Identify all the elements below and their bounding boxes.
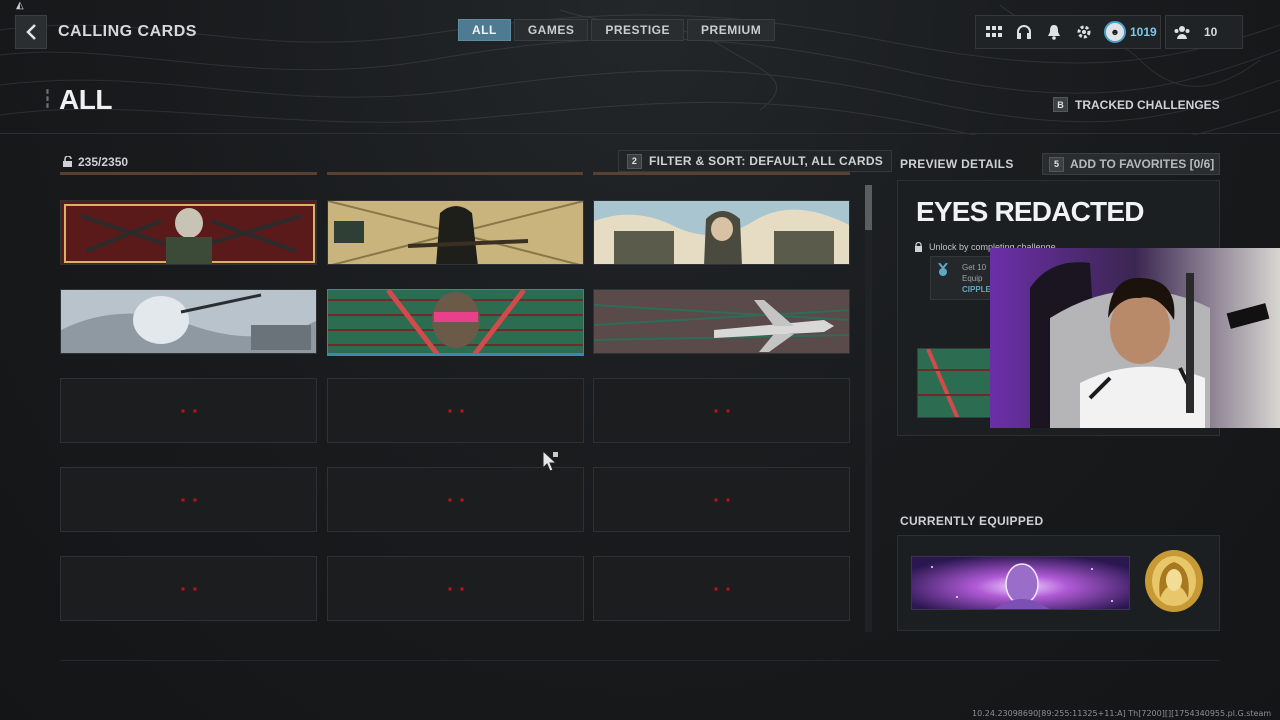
locked-calling-card[interactable] <box>60 467 317 532</box>
tab-prestige[interactable]: PRESTIGE <box>591 19 685 41</box>
category-tabs: ALL GAMES PRESTIGE PREMIUM <box>458 19 776 41</box>
key-hint: B <box>1053 97 1068 112</box>
calling-card[interactable] <box>60 200 317 265</box>
challenge-text: Get 10 Equip CIPPLE <box>962 262 991 295</box>
webcam-feed <box>990 248 1280 428</box>
locked-calling-card[interactable] <box>327 556 584 621</box>
challenge-tag: CIPPLE <box>962 285 991 294</box>
locked-calling-card[interactable] <box>593 556 850 621</box>
locked-indicator <box>448 587 463 590</box>
lock-icon <box>915 242 922 252</box>
card-art <box>594 290 849 353</box>
gear-icon[interactable] <box>1074 22 1094 42</box>
locked-calling-card[interactable] <box>327 467 584 532</box>
tab-premium[interactable]: PREMIUM <box>687 19 776 41</box>
tab-all[interactable]: ALL <box>458 19 511 41</box>
hud-bar: ☻ 1019 <box>975 15 1161 49</box>
calling-card-selected[interactable] <box>327 289 584 354</box>
locked-calling-card[interactable] <box>60 378 317 443</box>
mouse-cursor-icon <box>542 450 558 472</box>
preview-details-label: PREVIEW DETAILS <box>900 157 1014 171</box>
build-info-text: 10.24.23098690[89:255:11325+11:A] Th[720… <box>972 709 1272 718</box>
grid-menu-icon[interactable] <box>984 22 1004 42</box>
locked-indicator <box>181 587 196 590</box>
medal-icon <box>938 263 948 276</box>
headset-icon[interactable] <box>1014 22 1034 42</box>
party-icon <box>1174 26 1190 39</box>
chevron-left-icon <box>26 24 36 40</box>
locked-indicator <box>448 409 463 412</box>
locked-calling-card[interactable] <box>327 378 584 443</box>
tab-games[interactable]: GAMES <box>513 19 589 41</box>
key-hint: 2 <box>627 153 642 169</box>
locked-indicator <box>714 498 729 501</box>
card-art <box>918 349 996 417</box>
unlock-icon <box>63 156 72 167</box>
tracked-challenges-button[interactable]: B TRACKED CHALLENGES <box>1053 97 1220 112</box>
unlock-counter: 235/2350 <box>62 155 128 169</box>
equipped-calling-card[interactable] <box>911 556 1130 610</box>
locked-indicator <box>714 587 729 590</box>
bell-icon[interactable] <box>1044 22 1064 42</box>
webcam-overlay <box>990 248 1280 428</box>
section-heading: ALL <box>59 84 112 115</box>
filter-sort-label: FILTER & SORT: DEFAULT, ALL CARDS <box>649 154 884 168</box>
add-to-favorites-label: ADD TO FAVORITES [0/6] <box>1070 157 1215 171</box>
card-row-partial <box>60 172 317 175</box>
app-logo-icon: ◭ <box>16 0 24 11</box>
card-row-partial <box>327 172 583 175</box>
card-row-partial <box>593 172 850 175</box>
locked-indicator <box>181 409 196 412</box>
calling-card[interactable] <box>593 289 850 354</box>
card-art <box>61 290 316 353</box>
locked-indicator <box>448 498 463 501</box>
side-tag: ▮▮▮ <box>45 88 51 109</box>
add-to-favorites-button[interactable]: 5 ADD TO FAVORITES [0/6] <box>1042 153 1220 175</box>
player-level-badge[interactable]: ☻ <box>1104 21 1126 43</box>
party-button[interactable]: 10 <box>1165 15 1243 49</box>
grid-scrollbar[interactable] <box>865 185 872 632</box>
player-level: 1019 <box>1130 25 1157 39</box>
header-divider <box>0 133 1280 134</box>
calling-card[interactable] <box>60 289 317 354</box>
tracked-challenges-label: TRACKED CHALLENGES <box>1075 97 1220 112</box>
calling-card[interactable] <box>593 200 850 265</box>
locked-calling-card[interactable] <box>60 556 317 621</box>
card-art <box>912 557 1129 609</box>
locked-indicator <box>181 498 196 501</box>
locked-calling-card[interactable] <box>593 467 850 532</box>
scroll-thumb[interactable] <box>865 185 872 230</box>
preview-card-name: EYES REDACTED <box>916 196 1144 227</box>
party-count: 10 <box>1204 25 1218 39</box>
locked-calling-card[interactable] <box>593 378 850 443</box>
unlock-count: 235/2350 <box>78 155 129 169</box>
key-hint: 5 <box>1049 156 1064 172</box>
card-art <box>328 290 583 353</box>
back-button[interactable] <box>15 15 47 49</box>
locked-indicator <box>714 409 729 412</box>
card-art <box>594 201 849 264</box>
page-title: CALLING CARDS <box>58 23 197 40</box>
currently-equipped-label: CURRENTLY EQUIPPED <box>900 514 1044 528</box>
calling-card[interactable] <box>327 200 584 265</box>
preview-card-thumbnail <box>917 348 997 418</box>
equipped-emblem-icon[interactable] <box>1142 548 1206 614</box>
footer-divider <box>60 660 1220 661</box>
filter-sort-button[interactable]: 2 FILTER & SORT: DEFAULT, ALL CARDS <box>618 150 893 172</box>
challenge-description: Get 10 Equip <box>962 263 987 283</box>
card-art <box>328 201 583 264</box>
card-art <box>61 201 316 264</box>
